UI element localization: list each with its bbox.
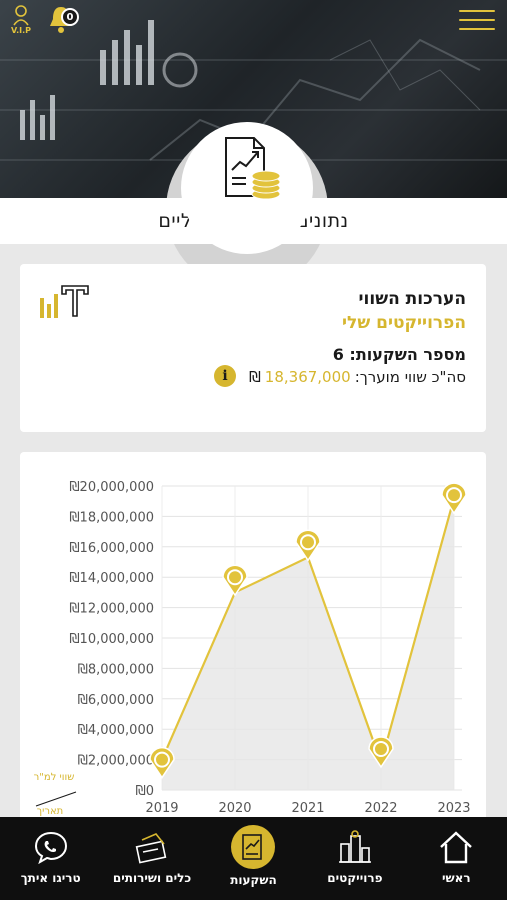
y-tick-label: ₪8,000,000 [78,662,154,677]
y-tick-label: ₪16,000,000 [69,541,154,556]
nav-label-investments: השקעות [230,873,277,887]
home-icon [436,827,476,867]
nav-label-home: ראשי [442,871,471,885]
valuation-chart-card: ₪0 ₪2,000,000 ₪4,000,000 ₪6,000,000 ₪8,000,0… [20,452,486,832]
axis-label-divider [35,791,77,807]
vip-user-icon [13,5,29,26]
menu-line [459,28,495,30]
phone-chat-icon [31,827,71,867]
x-tick-label: 2019 [145,801,178,816]
currency-symbol: ₪ [249,368,261,386]
y-tick-label: ₪2,000,000 [78,754,154,769]
y-tick-label: ₪14,000,000 [69,571,154,586]
x-tick-label: 2020 [218,801,251,816]
chart-y-label: שווי למ"ר [34,772,75,783]
vip-badge[interactable]: V.I.P [8,4,34,38]
info-icon[interactable]: i [214,365,236,387]
investments-count: מספר השקעות: 6 [332,345,466,364]
valuations-heading: הערכות השווי [358,289,466,309]
nav-item-contact[interactable]: טריגו איתך [0,817,101,900]
total-value-label: סה"כ שווי מוערך: [354,368,466,386]
tools-icon [132,827,172,867]
menu-line [459,10,495,12]
brand-logo-icon [40,285,89,318]
y-tick-label: ₪0 [136,784,154,799]
menu-button[interactable] [459,10,495,32]
total-value-amount: 18,367,000 [264,368,351,386]
chart-point-marker [295,529,321,562]
nav-item-projects[interactable]: פרוייקטים [304,817,405,900]
nav-item-investments[interactable]: השקעות [203,817,304,900]
y-tick-label: ₪18,000,000 [69,510,154,525]
valuation-summary-card: הערכות השווי הפרוייקטים שלי מספר השקעות:… [20,264,486,432]
total-value-row: סה"כ שווי מוערך: 18,367,000 ₪ [249,368,466,386]
nav-item-tools[interactable]: כלים ושירותים [101,817,202,900]
nav-label-tools: כלים ושירותים [112,871,192,885]
nav-item-home[interactable]: ראשי [406,817,507,900]
investments-icon [231,825,276,869]
y-tick-label: ₪4,000,000 [78,723,154,738]
y-tick-label: ₪20,000,000 [69,480,154,495]
menu-line [459,19,495,21]
nav-label-contact: טריגו איתך [20,871,81,885]
x-tick-label: 2023 [437,801,470,816]
y-tick-label: ₪12,000,000 [69,602,154,617]
nav-label-projects: פרוייקטים [327,871,383,885]
notifications-button[interactable]: 0 [48,4,79,36]
x-tick-label: 2021 [291,801,324,816]
valuation-line-chart: ₪0 ₪2,000,000 ₪4,000,000 ₪6,000,000 ₪8,000,0… [34,480,471,817]
projects-icon [335,827,375,867]
notification-count-badge: 0 [61,8,79,26]
financial-report-icon [225,137,281,200]
bottom-navigation: ראשי פרוייקטים השקעות כלים ושירותים טריג… [0,817,507,900]
my-projects-link[interactable]: הפרוייקטים שלי [342,313,466,333]
chart-x-label: תאריך [37,806,64,817]
vip-label: V.I.P [10,26,32,35]
y-tick-label: ₪10,000,000 [69,632,154,647]
y-tick-label: ₪6,000,000 [78,693,154,708]
x-tick-label: 2022 [364,801,397,816]
chart-point-marker [441,482,467,515]
